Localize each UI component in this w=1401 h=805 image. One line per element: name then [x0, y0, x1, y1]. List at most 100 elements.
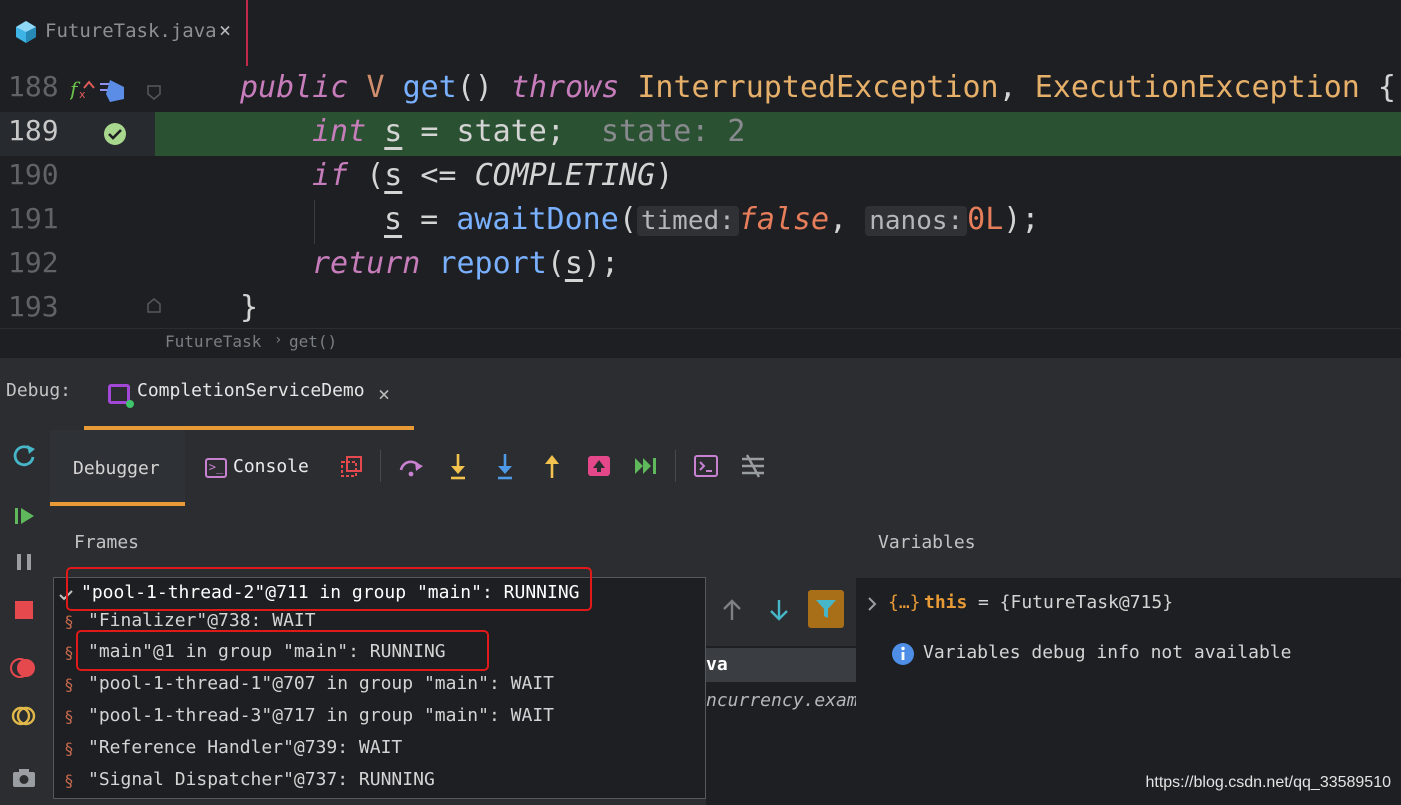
breadcrumb: FutureTask › get()	[0, 328, 1401, 358]
lambda-step-icon[interactable]: f x	[70, 76, 126, 102]
code-text: }	[240, 290, 259, 325]
debug-label: Debug:	[6, 380, 72, 401]
debugger-tabs-toolbar: Debugger >_ Console	[50, 430, 1401, 506]
console-icon: >_	[205, 457, 227, 478]
thread-item[interactable]: § "Signal Dispatcher"@737: RUNNING	[54, 765, 705, 797]
breadcrumb-method[interactable]: get()	[289, 332, 337, 351]
tab-debugger[interactable]: Debugger	[50, 430, 185, 506]
restore-layout-icon[interactable]	[336, 450, 368, 482]
stop-icon[interactable]	[8, 594, 40, 626]
info-icon	[892, 643, 914, 665]
code-line: 191 s = awaitDone(timed: false, nanos: 0L)…	[0, 200, 1401, 244]
code-editor[interactable]: 188 f x public V get() throws Interrupte…	[0, 66, 1401, 328]
view-breakpoints-icon[interactable]	[8, 652, 40, 684]
close-icon[interactable]: ×	[378, 382, 390, 406]
mute-breakpoints-icon[interactable]	[8, 700, 40, 732]
thread-icon: §	[64, 739, 74, 758]
close-icon[interactable]: ×	[219, 18, 231, 42]
rerun-icon[interactable]	[8, 440, 40, 472]
breadcrumb-separator: ›	[274, 332, 283, 348]
annotation-highlight-box	[76, 630, 489, 671]
variable-name[interactable]: this	[924, 592, 967, 613]
line-number: 193	[8, 290, 59, 323]
thread-label: "Signal Dispatcher"@737: RUNNING	[88, 769, 435, 790]
code-line-current: 189 int s = state; state: 2	[0, 112, 1401, 156]
breadcrumb-class[interactable]: FutureTask	[165, 332, 261, 351]
code-line: 192 return report(s);	[0, 244, 1401, 288]
breakpoint-checkmark-icon[interactable]	[103, 122, 127, 146]
line-number: 191	[8, 202, 59, 235]
drop-frame-icon[interactable]	[583, 450, 615, 482]
code-text: int s = state; state: 2	[312, 114, 746, 149]
line-number: 190	[8, 158, 59, 191]
thread-icon: §	[64, 771, 74, 790]
evaluate-expression-icon[interactable]	[690, 450, 722, 482]
watermark: https://blog.csdn.net/qq_33589510	[1145, 774, 1391, 791]
camera-icon[interactable]	[8, 762, 40, 794]
step-into-icon[interactable]	[442, 450, 474, 482]
code-line: 193 }	[0, 288, 1401, 328]
editor-tab-futuretask[interactable]: FutureTask.java ×	[0, 0, 248, 66]
line-number: 189	[8, 114, 59, 147]
trace-current-stream-icon[interactable]	[737, 450, 769, 482]
line-number: 192	[8, 246, 59, 279]
toolbar-separator	[380, 450, 381, 482]
thread-label: "pool-1-thread-1"@707 in group "main": W…	[88, 673, 554, 694]
thread-label: "Finalizer"@738: WAIT	[88, 610, 316, 631]
svg-text:x: x	[79, 88, 86, 101]
java-class-icon	[16, 21, 36, 43]
thread-label: "pool-1-thread-3"@717 in group "main": W…	[88, 705, 554, 726]
thread-item[interactable]: § "pool-1-thread-1"@707 in group "main":…	[54, 669, 705, 701]
frame-file-label: va	[706, 654, 728, 675]
debug-side-toolbar	[0, 430, 50, 805]
force-step-into-icon[interactable]	[489, 450, 521, 482]
previous-frame-arrow-icon[interactable]	[718, 596, 746, 624]
thread-item[interactable]: § "Reference Handler"@739: WAIT	[54, 733, 705, 765]
thread-icon: §	[64, 707, 74, 726]
inline-debug-value: state: 2	[601, 114, 746, 149]
variables-title: Variables	[878, 532, 976, 553]
step-out-icon[interactable]	[536, 450, 568, 482]
filter-frames-button[interactable]	[808, 590, 844, 628]
variables-pane: Variables {…} this = {FutureTask@715} Va…	[856, 506, 1401, 805]
annotation-highlight-box	[66, 567, 592, 611]
code-line: 188 f x public V get() throws Interrupte…	[0, 68, 1401, 112]
editor-tab-bar: FutureTask.java ×	[0, 0, 1401, 66]
pause-icon[interactable]	[8, 546, 40, 578]
run-config-tab[interactable]: CompletionServiceDemo ×	[84, 366, 414, 430]
frames-toolbar	[706, 578, 856, 640]
run-config-title: CompletionServiceDemo	[137, 380, 365, 401]
variables-info-message: Variables debug info not available	[923, 642, 1292, 663]
parameter-hint: nanos:	[865, 206, 968, 236]
next-frame-arrow-icon[interactable]	[765, 596, 793, 624]
variables-list[interactable]: {…} this = {FutureTask@715} Variables de…	[856, 578, 1401, 805]
variable-value[interactable]: = {FutureTask@715}	[978, 592, 1173, 613]
toolbar-separator	[675, 450, 676, 482]
object-icon: {…}	[888, 592, 921, 613]
line-number: 188	[8, 70, 59, 103]
thread-item[interactable]: § "pool-1-thread-3"@717 in group "main":…	[54, 701, 705, 733]
frame-package-label[interactable]: ncurrency.exam	[706, 690, 856, 711]
editor-tab-title: FutureTask.java	[45, 20, 217, 42]
indent-guide	[314, 200, 315, 244]
parameter-hint: timed:	[636, 206, 739, 236]
expand-chevron-icon[interactable]	[864, 594, 880, 614]
code-line: 190 if (s <= COMPLETING)	[0, 156, 1401, 200]
code-text: public V get() throws InterruptedExcepti…	[240, 70, 1396, 105]
code-text: if (s <= COMPLETING)	[312, 158, 674, 193]
fold-end-icon[interactable]	[144, 296, 164, 316]
running-indicator-icon	[126, 400, 134, 408]
thread-icon: §	[64, 675, 74, 694]
thread-label: "Reference Handler"@739: WAIT	[88, 737, 403, 758]
frame-row-selected[interactable]: va	[706, 648, 856, 682]
code-text: return report(s);	[312, 246, 620, 281]
filter-icon	[816, 600, 836, 618]
frames-title: Frames	[74, 532, 140, 553]
fold-icon[interactable]	[144, 82, 164, 102]
tab-debugger-label: Debugger	[73, 458, 160, 479]
thread-icon: §	[64, 612, 74, 631]
step-over-icon[interactable]	[395, 450, 427, 482]
resume-icon[interactable]	[8, 500, 40, 532]
run-to-cursor-icon[interactable]	[630, 450, 662, 482]
tab-console[interactable]: >_ Console	[205, 456, 309, 478]
